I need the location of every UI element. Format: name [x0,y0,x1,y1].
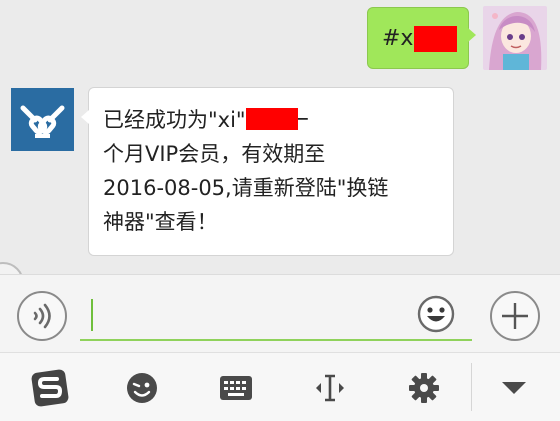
more-options-button[interactable] [490,291,540,341]
redaction-block [246,108,298,130]
cursor-icon [316,374,344,402]
collapse-arrow-icon [502,382,526,394]
chat-area: #xi 已经成功为"xi"开通一 个月VIP会员，有效期至 2016-08-05… [0,0,560,304]
keyboard-switch-button[interactable] [215,367,257,409]
emoji-button[interactable] [417,295,455,333]
message-text-input[interactable] [80,293,472,341]
toolbar-divider [471,363,472,411]
cursor-move-button[interactable] [309,367,351,409]
bot-avatar[interactable] [11,88,74,151]
message-input-bar [0,274,560,352]
collapse-keyboard-button[interactable] [493,367,535,409]
redaction-block [414,26,457,52]
outgoing-message-bubble[interactable]: #xi [367,7,476,69]
emoji-icon [417,295,455,333]
sogou-input-button[interactable] [29,367,71,409]
incoming-message-bubble[interactable]: 已经成功为"xi"开通一 个月VIP会员，有效期至 2016-08-05,请重新… [81,87,454,256]
settings-button[interactable] [403,367,445,409]
emoji-panel-button[interactable] [121,367,163,409]
voice-icon [33,303,51,329]
user-avatar[interactable] [483,6,547,70]
settings-gear-icon [409,373,439,403]
plus-icon [502,303,528,329]
emoji-face-icon [127,373,157,403]
keyboard-icon [220,376,252,400]
chain-link-logo-icon [11,88,74,151]
anime-avatar-icon [483,6,547,70]
text-cursor [91,299,93,331]
keyboard-toolbar [0,352,560,421]
sogou-logo-icon [31,369,69,407]
voice-input-button[interactable] [17,291,67,341]
